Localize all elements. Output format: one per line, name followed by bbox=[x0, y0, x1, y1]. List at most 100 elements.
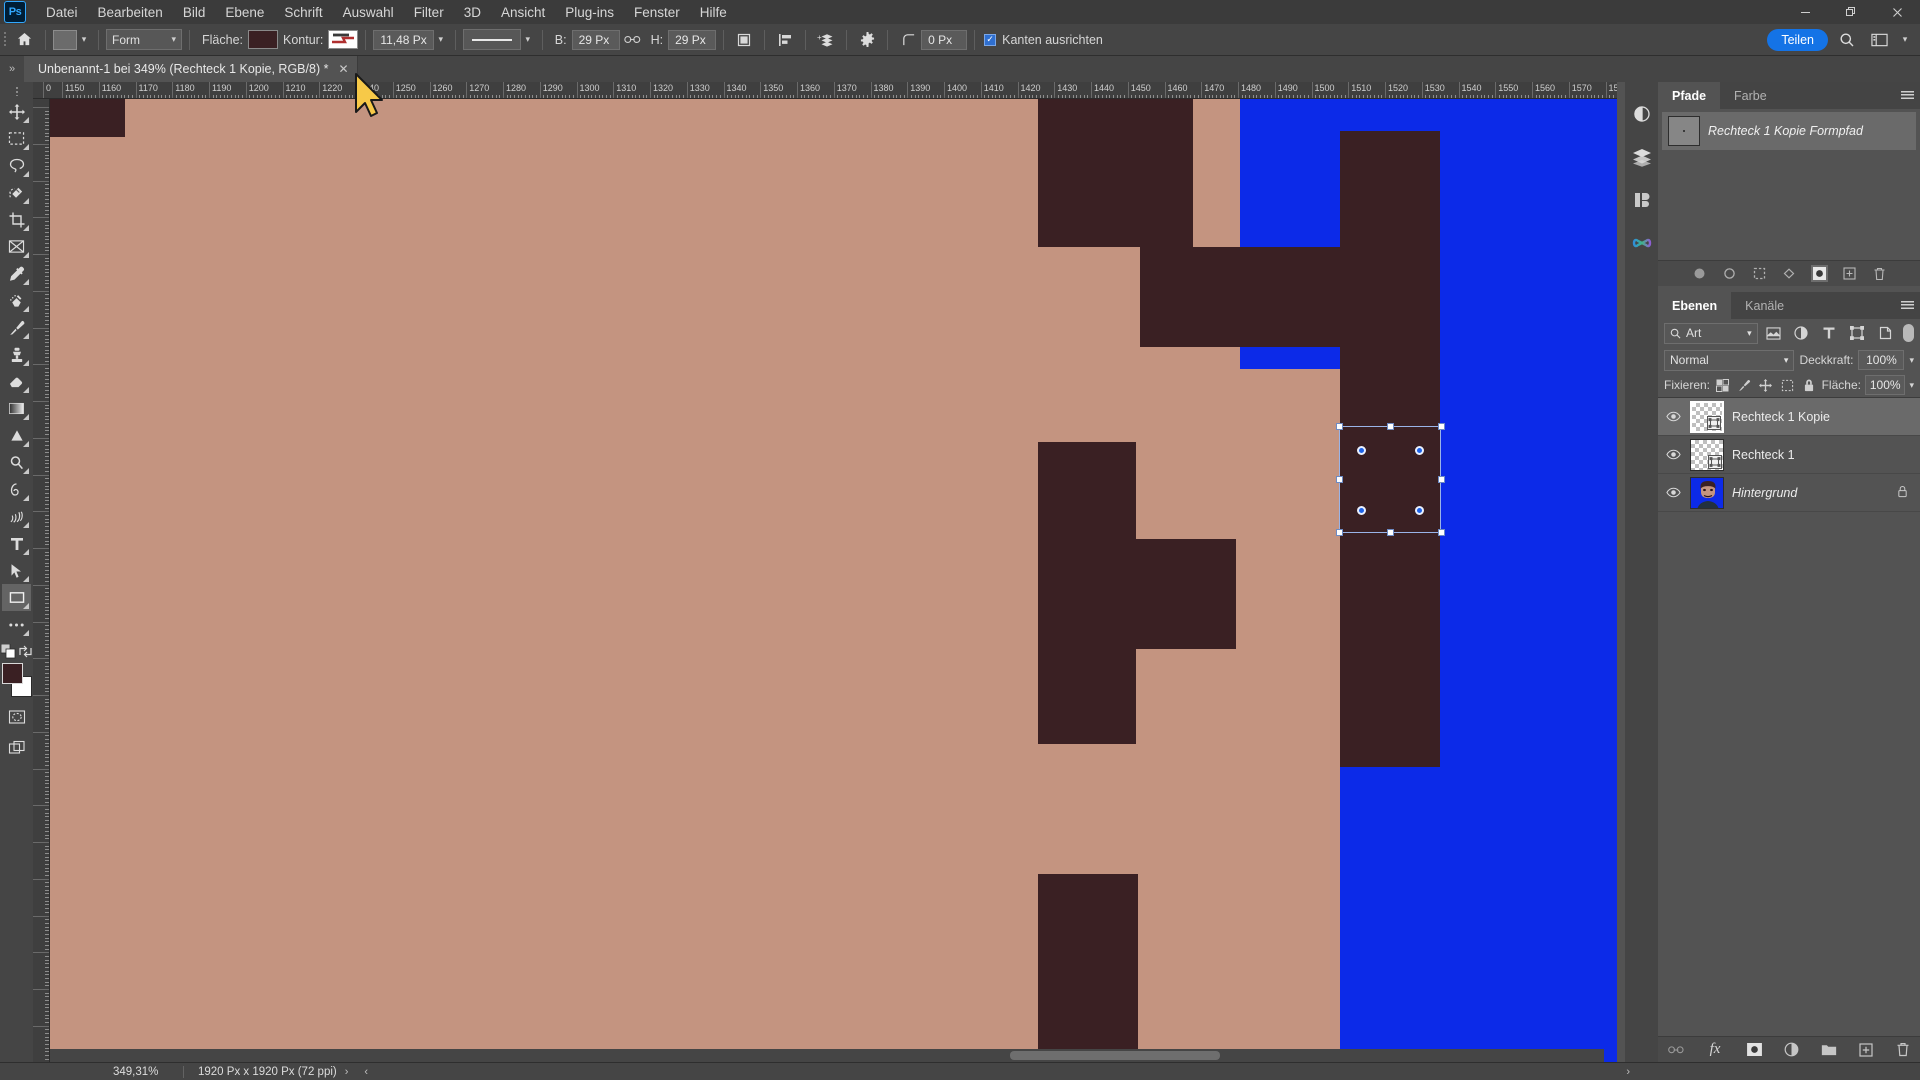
stroke-width-caret-icon[interactable]: ▾ bbox=[434, 34, 448, 45]
fill-field[interactable]: 100% bbox=[1864, 375, 1906, 395]
more-tools[interactable] bbox=[2, 611, 31, 638]
stroke-path-icon[interactable] bbox=[1721, 265, 1738, 282]
clone-stamp-tool[interactable] bbox=[2, 341, 31, 368]
close-button[interactable] bbox=[1874, 0, 1920, 24]
filter-adjustment-icon[interactable] bbox=[1790, 322, 1814, 344]
quick-mask-icon[interactable] bbox=[2, 703, 31, 730]
layer-thumbnail[interactable] bbox=[1690, 400, 1724, 433]
marquee-tool[interactable] bbox=[2, 125, 31, 152]
default-colors-icon[interactable] bbox=[0, 643, 16, 659]
filter-shape-icon[interactable] bbox=[1845, 322, 1869, 344]
transform-handle-tr[interactable] bbox=[1438, 423, 1445, 430]
delete-layer-icon[interactable] bbox=[1894, 1041, 1911, 1058]
stroke-width-field[interactable]: 11,48 Px bbox=[373, 29, 434, 50]
eye-icon[interactable] bbox=[1664, 449, 1682, 460]
dodge-tool[interactable] bbox=[2, 449, 31, 476]
add-mask-icon[interactable] bbox=[1810, 265, 1828, 282]
layer-mask-icon[interactable] bbox=[1746, 1041, 1763, 1058]
canvas-area[interactable] bbox=[50, 99, 1617, 1062]
transform-handle-ml[interactable] bbox=[1336, 476, 1343, 483]
menu-ansicht[interactable]: Ansicht bbox=[491, 2, 555, 23]
lasso-tool[interactable] bbox=[2, 152, 31, 179]
panel-menu-icon[interactable] bbox=[1894, 292, 1920, 319]
fill-caret-icon[interactable]: ▾ bbox=[1909, 380, 1914, 391]
transform-handle-tc[interactable] bbox=[1387, 423, 1394, 430]
menu-hilfe[interactable]: Hilfe bbox=[690, 2, 737, 23]
menu-filter[interactable]: Filter bbox=[404, 2, 454, 23]
maximize-restore-button[interactable] bbox=[1828, 0, 1874, 24]
path-alignment-icon[interactable] bbox=[772, 28, 798, 52]
layer-row-hintergrund[interactable]: Hintergrund bbox=[1658, 474, 1920, 512]
frame-tool[interactable] bbox=[2, 233, 31, 260]
foreground-color-swatch[interactable] bbox=[1, 663, 23, 684]
filter-pixel-icon[interactable] bbox=[1762, 322, 1786, 344]
layer-name[interactable]: Hintergrund bbox=[1732, 486, 1797, 500]
path-anchor-point[interactable] bbox=[1415, 506, 1424, 515]
spot-healing-tool[interactable] bbox=[2, 287, 31, 314]
move-tool[interactable] bbox=[2, 98, 31, 125]
layer-name[interactable]: Rechteck 1 bbox=[1732, 448, 1795, 462]
eye-icon[interactable] bbox=[1664, 411, 1682, 422]
toolbar-grip[interactable] bbox=[2, 84, 31, 98]
stroke-style-dropdown[interactable] bbox=[462, 29, 521, 50]
layer-row-rechteck-1[interactable]: Rechteck 1 bbox=[1658, 436, 1920, 474]
pen-tool[interactable] bbox=[2, 476, 31, 503]
status-right-arrow-icon[interactable]: › bbox=[1618, 1066, 1920, 1078]
search-icon[interactable] bbox=[1834, 28, 1860, 52]
path-anchor-point[interactable] bbox=[1357, 446, 1366, 455]
filter-toggle[interactable] bbox=[1903, 324, 1915, 342]
minimize-button[interactable] bbox=[1782, 0, 1828, 24]
quick-selection-tool[interactable] bbox=[2, 179, 31, 206]
tab-farbe[interactable]: Farbe bbox=[1720, 82, 1781, 109]
workspace-caret-icon[interactable]: ▾ bbox=[1898, 34, 1912, 45]
eye-icon[interactable] bbox=[1664, 487, 1682, 498]
document-dimensions[interactable]: 1920 Px x 1920 Px (72 ppi) bbox=[184, 1066, 337, 1078]
delete-path-icon[interactable] bbox=[1871, 265, 1888, 282]
menu-bearbeiten[interactable]: Bearbeiten bbox=[88, 2, 173, 23]
zoom-level[interactable]: 349,31% bbox=[105, 1066, 183, 1078]
path-selection-tool[interactable] bbox=[2, 557, 31, 584]
gradients-icon[interactable] bbox=[1625, 221, 1658, 264]
filter-type-icon[interactable] bbox=[1817, 322, 1841, 344]
lock-transparency-icon[interactable] bbox=[1714, 375, 1732, 395]
link-layers-icon[interactable] bbox=[1667, 1041, 1684, 1058]
type-tool[interactable] bbox=[2, 530, 31, 557]
tool-mode-dropdown[interactable]: Form ▾ bbox=[106, 29, 182, 50]
screen-mode-icon[interactable] bbox=[2, 734, 31, 761]
tab-kanaele[interactable]: Kanäle bbox=[1731, 292, 1799, 319]
path-anchor-point[interactable] bbox=[1415, 446, 1424, 455]
layer-lock-icon[interactable] bbox=[1897, 485, 1914, 501]
path-item[interactable]: Rechteck 1 Kopie Formpfad bbox=[1662, 112, 1916, 150]
settings-gear-icon[interactable] bbox=[854, 28, 880, 52]
menu-bild[interactable]: Bild bbox=[173, 2, 216, 23]
tab-ebenen[interactable]: Ebenen bbox=[1658, 292, 1732, 319]
eraser-tool[interactable] bbox=[2, 368, 31, 395]
transform-handle-tl[interactable] bbox=[1336, 423, 1343, 430]
canvas-horizontal-scrollbar[interactable] bbox=[50, 1049, 1604, 1062]
close-icon[interactable]: ✕ bbox=[338, 62, 348, 76]
crop-tool[interactable] bbox=[2, 206, 31, 233]
share-button[interactable]: Teilen bbox=[1767, 28, 1828, 51]
link-icon[interactable] bbox=[620, 28, 646, 52]
document-tab[interactable]: Unbenannt-1 bei 349% (Rechteck 1 Kopie, … bbox=[24, 56, 358, 82]
menu-auswahl[interactable]: Auswahl bbox=[333, 2, 404, 23]
layers-comps-icon[interactable] bbox=[1625, 135, 1658, 178]
lock-artboard-icon[interactable] bbox=[1779, 375, 1797, 395]
new-layer-icon[interactable] bbox=[1857, 1041, 1874, 1058]
layer-thumbnail[interactable] bbox=[1690, 438, 1724, 471]
opacity-field[interactable]: 100% bbox=[1858, 350, 1905, 370]
path-anchor-point[interactable] bbox=[1357, 506, 1366, 515]
scrollbar-thumb[interactable] bbox=[1010, 1051, 1220, 1060]
lock-image-icon[interactable] bbox=[1736, 375, 1754, 395]
options-bar-grip[interactable] bbox=[0, 24, 10, 56]
adjustments-icon[interactable] bbox=[1625, 92, 1658, 135]
fill-color-swatch[interactable] bbox=[248, 30, 278, 49]
path-arrangement-icon[interactable]: + bbox=[813, 28, 839, 52]
filter-smart-object-icon[interactable] bbox=[1873, 322, 1897, 344]
snap-edges-checkbox[interactable]: ✓ Kanten ausrichten bbox=[982, 33, 1103, 47]
layer-thumbnail[interactable] bbox=[1690, 476, 1724, 509]
height-field[interactable]: 29 Px bbox=[668, 29, 717, 50]
status-next-arrow-icon[interactable]: › bbox=[337, 1066, 357, 1078]
width-field[interactable]: 29 Px bbox=[571, 29, 620, 50]
transform-handle-br[interactable] bbox=[1438, 529, 1445, 536]
